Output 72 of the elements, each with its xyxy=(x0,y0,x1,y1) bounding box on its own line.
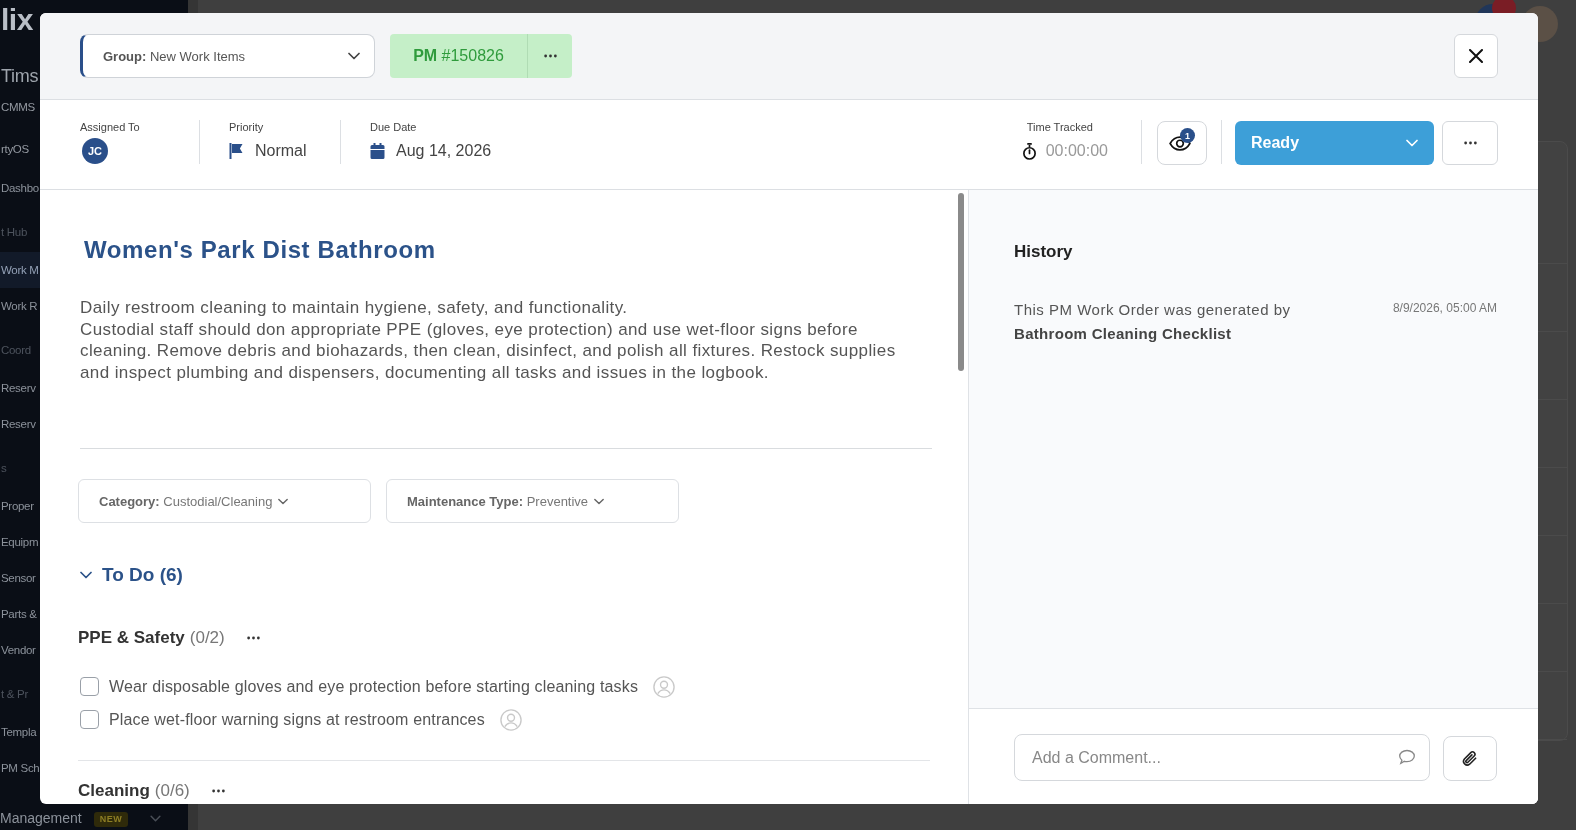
field-label: Priority xyxy=(229,120,264,134)
sidebar-item[interactable]: rtyOS xyxy=(0,128,40,170)
ellipsis-icon xyxy=(1463,141,1477,145)
scrollbar-thumb[interactable] xyxy=(958,193,964,371)
sidebar-item[interactable]: Proper xyxy=(0,488,40,524)
group-dropdown[interactable]: Group: New Work Items xyxy=(80,34,375,78)
progress-count: (0/6) xyxy=(154,781,190,801)
close-button[interactable] xyxy=(1454,34,1498,78)
attach-button[interactable] xyxy=(1443,736,1497,781)
sidebar-item[interactable]: Dashbo xyxy=(0,170,40,206)
work-order-number: PM #150826 xyxy=(412,46,505,66)
field-label: Time Tracked xyxy=(1026,120,1093,134)
sidebar-item[interactable]: Templa xyxy=(0,714,40,750)
time-tracked-value: 00:00:00 xyxy=(1045,142,1108,160)
person-circle-icon[interactable] xyxy=(653,675,676,698)
section-label: t Hub xyxy=(0,225,28,240)
task-label: Place wet-floor warning signs at restroom entrances xyxy=(109,710,485,729)
sidebar-item[interactable]: Equipm xyxy=(0,524,40,560)
checkbox[interactable] xyxy=(80,710,99,729)
ellipsis-icon xyxy=(543,54,557,58)
comment-field[interactable]: Add a Comment... xyxy=(1014,734,1430,781)
watchers-button[interactable]: 1 xyxy=(1157,121,1207,165)
sidebar-item[interactable]: Work M xyxy=(0,252,40,288)
chevron-down-icon xyxy=(1406,139,1418,147)
count-badge: 1 xyxy=(1180,128,1195,143)
progress-count: (0/2) xyxy=(189,628,225,648)
ellipsis-icon xyxy=(211,789,225,793)
checklist-title: PPE & Safety xyxy=(78,628,185,648)
stopwatch-icon xyxy=(1021,142,1037,160)
sidebar-group[interactable]: Management NEW xyxy=(0,805,162,827)
sidebar-item[interactable]: PM Sch xyxy=(0,750,40,786)
section-label: s xyxy=(0,461,8,476)
due-date-value[interactable]: Aug 14, 2026 xyxy=(396,142,492,160)
work-order-title[interactable]: Women's Park Dist Bathroom xyxy=(80,190,932,264)
flag-icon xyxy=(229,143,243,159)
workspace-name[interactable]: Tims xyxy=(0,40,40,86)
assignee-avatar[interactable]: JC xyxy=(82,138,108,164)
ellipsis-icon xyxy=(246,636,260,640)
person-circle-icon[interactable] xyxy=(499,708,522,731)
section-label: t & Pr xyxy=(0,687,29,702)
sidebar-item[interactable]: Reserv xyxy=(0,370,40,406)
eye-icon xyxy=(1169,135,1191,151)
timestamp: 8/9/2026, 05:00 AM xyxy=(1392,302,1497,314)
new-badge: NEW xyxy=(93,812,129,827)
section-label: Coord xyxy=(0,343,32,358)
chevron-down-icon xyxy=(278,497,289,505)
priority-value[interactable]: Normal xyxy=(255,142,307,160)
field-label: Assigned To xyxy=(80,120,140,134)
task-label: Wear disposable gloves and eye protection before starting cleaning tasks xyxy=(109,677,639,696)
speech-bubble-icon[interactable] xyxy=(1398,749,1416,765)
brand-logo: lix xyxy=(0,2,34,38)
history-entry-text: This PM Work Order was generated by Bathroom Cleaning Checklist xyxy=(1014,300,1292,344)
property-dropdown[interactable]: Category: Custodial/Cleaning xyxy=(78,479,371,523)
property-dropdown[interactable]: Maintenance Type: Preventive xyxy=(386,479,679,523)
sidebar-item[interactable]: Sensor xyxy=(0,560,40,596)
sidebar-item[interactable]: Vendor xyxy=(0,632,40,668)
close-icon xyxy=(1469,49,1483,63)
calendar-icon xyxy=(370,143,385,159)
section-title: History xyxy=(1014,242,1074,262)
checkbox[interactable] xyxy=(80,677,99,696)
field-label: Due Date xyxy=(370,120,417,134)
chevron-down-icon xyxy=(348,52,360,60)
description-text: Daily restroom cleaning to maintain hygiene, safety, and functionality. xyxy=(80,297,629,319)
sidebar-item[interactable]: Work R xyxy=(0,288,40,324)
paperclip-icon xyxy=(1462,749,1478,768)
sidebar-item[interactable]: CMMS xyxy=(0,86,40,128)
sidebar-item[interactable]: Parts & xyxy=(0,596,40,632)
description-text: Custodial staff should don appropriate PPE (gloves, eye protection) and use wet-floor signs before cleaning. Remove debris and biohazards, then clean, disinfect, and polish all fixtures. Restock supplies and inspect plumbing and dispensers, documenting all tasks and issues in the logbook. xyxy=(80,318,897,383)
sidebar-item[interactable]: Reserv xyxy=(0,406,40,442)
section-toggle[interactable]: To Do (6) xyxy=(80,562,183,588)
checklist-title: Cleaning xyxy=(78,781,150,801)
chevron-down-icon xyxy=(594,497,605,505)
